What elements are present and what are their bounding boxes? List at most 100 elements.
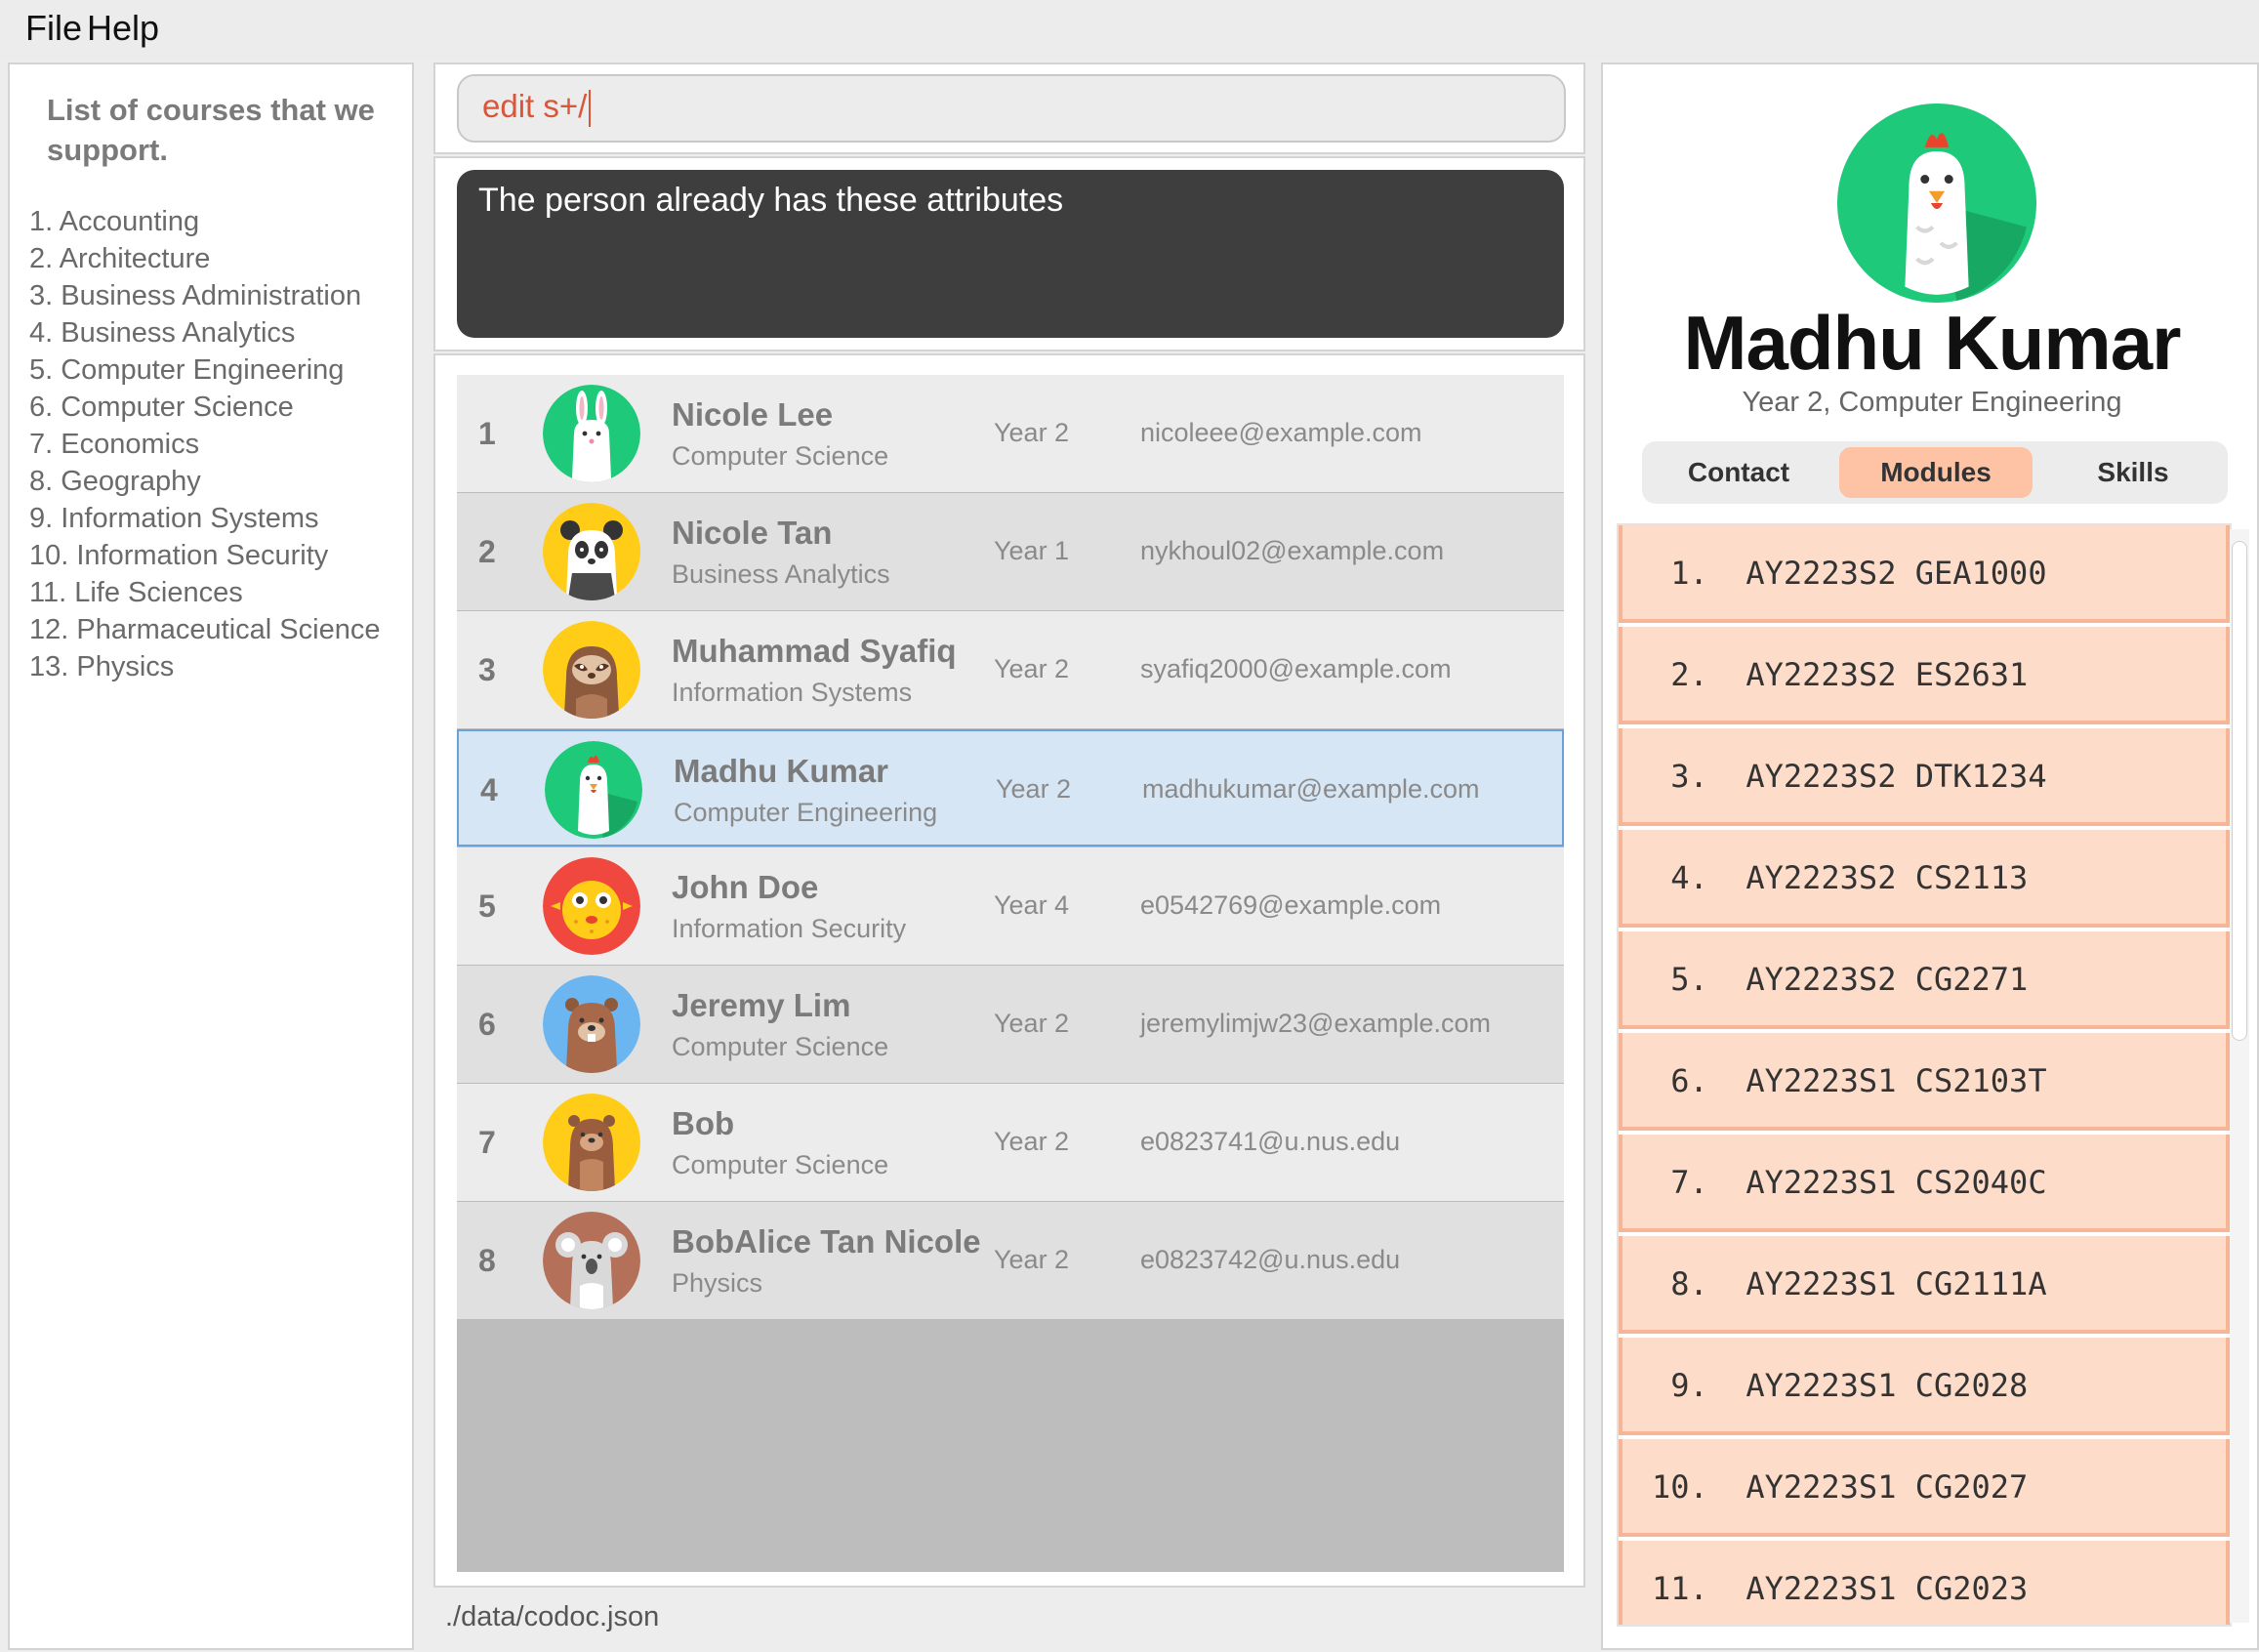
- module-item[interactable]: 8. AY2223S1 CG2111A: [1619, 1236, 2230, 1334]
- tab-contact[interactable]: Contact: [1642, 447, 1835, 498]
- course-list-panel: List of courses that we support. 1. Acco…: [8, 62, 414, 1650]
- command-input[interactable]: edit s+/: [457, 74, 1566, 143]
- detail-person-subtitle: Year 2, Computer Engineering: [1742, 387, 2122, 418]
- person-index: 6: [478, 1007, 496, 1042]
- person-name: BobAlice Tan Nicole: [672, 1223, 981, 1260]
- person-year: Year 2: [994, 1127, 1070, 1156]
- person-email: e0823742@u.nus.edu: [1140, 1245, 1401, 1274]
- module-label: 6. AY2223S1 CS2103T: [1652, 1062, 2047, 1099]
- module-label: 9. AY2223S1 CG2028: [1652, 1367, 2029, 1404]
- course-item: 10. Information Security: [29, 540, 329, 571]
- person-name: Jeremy Lim: [672, 987, 851, 1023]
- person-index: 8: [478, 1243, 496, 1278]
- module-item[interactable]: 5. AY2223S2 CG2271: [1619, 931, 2230, 1029]
- person-email: nykhoul02@example.com: [1140, 536, 1445, 565]
- module-item[interactable]: 4. AY2223S2 CS2113: [1619, 830, 2230, 928]
- person-card[interactable]: 3 Muhammad Syafiq Information Systems Year …: [457, 611, 1564, 728]
- person-email: jeremylimjw23@example.com: [1140, 1009, 1492, 1038]
- pufferfish-icon: [543, 857, 640, 955]
- course-list-title: List of courses that we support.: [47, 93, 375, 167]
- person-year: Year 4: [994, 890, 1070, 920]
- detail-person-name: Madhu Kumar: [1683, 300, 2181, 386]
- module-item[interactable]: 2. AY2223S2 ES2631: [1619, 627, 2230, 724]
- person-year: Year 2: [994, 1245, 1070, 1274]
- person-card[interactable]: 7 Bob Computer Science Year 2 e0823741@u.nus…: [457, 1084, 1564, 1201]
- person-card[interactable]: 5 John Doe Information Security Year 4 e0542…: [457, 847, 1564, 965]
- person-course: Physics: [672, 1268, 763, 1298]
- person-name: Madhu Kumar: [674, 753, 889, 789]
- course-item: 6. Computer Science: [29, 392, 294, 423]
- person-index: 1: [478, 416, 496, 451]
- koala-icon: [543, 1212, 640, 1309]
- person-name: Nicole Tan: [672, 515, 833, 551]
- command-text: edit s+/: [482, 88, 588, 124]
- module-item[interactable]: 7. AY2223S1 CS2040C: [1619, 1135, 2230, 1232]
- course-item: 12. Pharmaceutical Science: [29, 614, 381, 645]
- person-course: Computer Science: [672, 1150, 889, 1179]
- menu-file[interactable]: File: [25, 8, 82, 49]
- module-list-scrollbar[interactable]: [2230, 529, 2249, 1623]
- person-detail-panel: Madhu Kumar Year 2, Computer Engineering…: [1601, 62, 2259, 1650]
- person-year: Year 2: [994, 654, 1070, 683]
- person-card[interactable]: 8 BobAlice Tan Nicole Physics Year 2 e082374…: [457, 1202, 1564, 1319]
- person-list-panel: 1 Nicole Lee Computer Science Year 2 nicolee…: [433, 353, 1585, 1588]
- person-email: e0823741@u.nus.edu: [1140, 1127, 1401, 1156]
- scrollbar-thumb[interactable]: [2232, 541, 2247, 1041]
- module-label: 10. AY2223S1 CG2027: [1652, 1468, 2029, 1506]
- person-index: 5: [478, 888, 496, 924]
- person-year: Year 1: [994, 536, 1070, 565]
- person-email: madhukumar@example.com: [1142, 774, 1480, 804]
- course-item: 5. Computer Engineering: [29, 354, 345, 386]
- person-card[interactable]: 1 Nicole Lee Computer Science Year 2 nicolee…: [457, 375, 1564, 492]
- module-label: 2. AY2223S2 ES2631: [1652, 656, 2029, 693]
- tab-modules[interactable]: Modules: [1839, 447, 2033, 498]
- panda-icon: [543, 503, 640, 600]
- detail-tab-bar: Contact Modules Skills: [1642, 441, 2228, 504]
- module-list[interactable]: 1. AY2223S2 GEA1000 2. AY2223S2 ES2631 3…: [1617, 523, 2232, 1627]
- module-item[interactable]: 3. AY2223S2 DTK1234: [1619, 728, 2230, 826]
- result-display-panel: The person already has these attributes: [433, 156, 1585, 351]
- person-year: Year 2: [994, 418, 1070, 447]
- course-item: 2. Architecture: [29, 243, 211, 274]
- module-item[interactable]: 11. AY2223S1 CG2023: [1619, 1541, 2230, 1625]
- course-list: 1. Accounting 2. Architecture 3. Busines…: [29, 203, 380, 685]
- person-email: e0542769@example.com: [1140, 890, 1442, 920]
- course-item: 11. Life Sciences: [29, 577, 243, 608]
- course-item: 1. Accounting: [29, 206, 200, 237]
- person-index: 3: [478, 652, 496, 687]
- module-item[interactable]: 6. AY2223S1 CS2103T: [1619, 1033, 2230, 1131]
- tab-skills[interactable]: Skills: [2036, 447, 2230, 498]
- person-name: Nicole Lee: [672, 396, 834, 433]
- groundhog-icon: [543, 1094, 640, 1191]
- person-name: John Doe: [672, 869, 819, 905]
- course-item: 13. Physics: [29, 651, 175, 682]
- person-index: 2: [478, 534, 496, 569]
- course-item: 8. Geography: [29, 466, 201, 497]
- person-card[interactable]: 6 Jeremy Lim Computer Science Year 2 jeremyl…: [457, 966, 1564, 1083]
- module-item[interactable]: 1. AY2223S2 GEA1000: [1619, 525, 2230, 623]
- module-label: 1. AY2223S2 GEA1000: [1652, 555, 2047, 592]
- person-name: Bob: [672, 1105, 735, 1141]
- beaver-icon: [543, 975, 640, 1073]
- module-label: 5. AY2223S2 CG2271: [1652, 961, 2029, 998]
- chicken-icon: [1837, 103, 2036, 303]
- person-list[interactable]: 1 Nicole Lee Computer Science Year 2 nicolee…: [457, 375, 1564, 1572]
- person-email: syafiq2000@example.com: [1140, 654, 1452, 683]
- rabbit-icon: [543, 385, 640, 482]
- module-item[interactable]: 10. AY2223S1 CG2027: [1619, 1439, 2230, 1537]
- module-label: 11. AY2223S1 CG2023: [1652, 1570, 2029, 1607]
- person-course: Computer Science: [672, 441, 889, 471]
- person-year: Year 2: [994, 1009, 1070, 1038]
- person-course: Computer Engineering: [674, 798, 938, 827]
- person-card[interactable]: 2 Nicole Tan Business Analytics Year 1 nykho…: [457, 493, 1564, 610]
- person-course: Information Security: [672, 914, 907, 943]
- course-item: 3. Business Administration: [29, 280, 362, 311]
- module-item[interactable]: 9. AY2223S1 CG2028: [1619, 1338, 2230, 1435]
- status-bar-file-path: ./data/codoc.json: [445, 1601, 660, 1632]
- person-email: nicoleee@example.com: [1140, 418, 1422, 447]
- person-name: Muhammad Syafiq: [672, 633, 957, 669]
- course-item: 9. Information Systems: [29, 503, 319, 534]
- chicken-icon: [545, 741, 642, 839]
- menu-help[interactable]: Help: [87, 8, 159, 49]
- person-card[interactable]: 4 Madhu Kumar Computer Engineering Year 2 ma…: [457, 729, 1564, 847]
